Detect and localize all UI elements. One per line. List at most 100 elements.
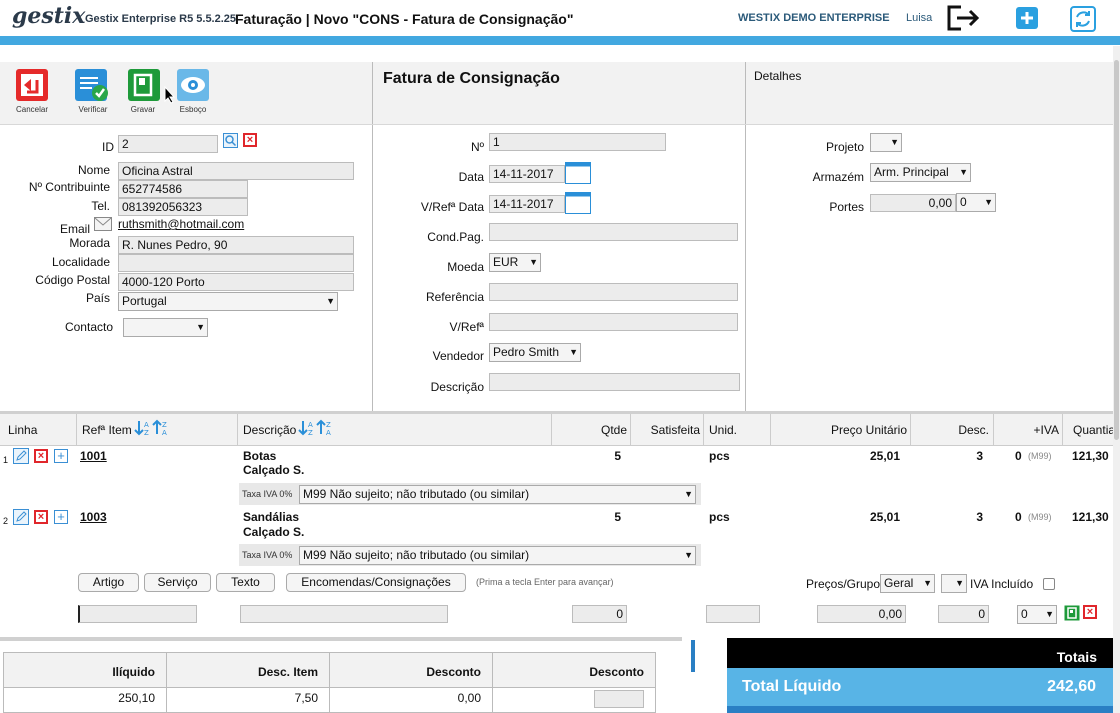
company-name[interactable]: WESTIX DEMO ENTERPRISE bbox=[738, 12, 890, 24]
col-desc-header[interactable]: Descrição bbox=[243, 423, 296, 437]
row-discount[interactable]: 3 bbox=[914, 510, 983, 524]
project-label: Projeto bbox=[825, 140, 864, 154]
new-line-ref-input[interactable] bbox=[78, 605, 197, 623]
seller-value: Pedro Smith bbox=[493, 345, 560, 359]
client-email-link[interactable]: ruthsmith@hotmail.com bbox=[118, 217, 244, 231]
row-price[interactable]: 25,01 bbox=[774, 510, 900, 524]
chevron-down-icon: ▼ bbox=[890, 137, 899, 147]
row-ref-link[interactable]: 1003 bbox=[80, 510, 107, 524]
col-divider bbox=[993, 414, 994, 446]
add-article-button[interactable]: Artigo bbox=[78, 573, 139, 592]
client-id-input[interactable]: 2 bbox=[118, 135, 218, 153]
svg-text:Z: Z bbox=[162, 421, 167, 429]
shipping-input[interactable]: 0,00 bbox=[870, 194, 956, 212]
delete-row-icon[interactable]: × bbox=[34, 449, 48, 463]
prices-group-select[interactable]: Geral ▼ bbox=[880, 574, 935, 593]
divider bbox=[372, 62, 373, 412]
sort-icon[interactable]: AZZA bbox=[134, 419, 172, 440]
prices-subgroup-select[interactable]: ▼ bbox=[941, 574, 967, 593]
client-nif-label: Nº Contribuinte bbox=[28, 180, 110, 194]
seller-select[interactable]: Pedro Smith ▼ bbox=[489, 343, 581, 362]
client-postal-input[interactable]: 4000-120 Porto bbox=[118, 273, 354, 291]
edit-icon[interactable] bbox=[13, 448, 29, 467]
page-scrollbar-thumb[interactable] bbox=[1114, 60, 1119, 440]
add-row-icon[interactable]: + bbox=[54, 449, 68, 463]
new-line-unit-input[interactable] bbox=[706, 605, 760, 623]
currency-select[interactable]: EUR ▼ bbox=[489, 253, 541, 272]
client-contact-select[interactable]: ▼ bbox=[123, 318, 208, 337]
add-row-icon[interactable]: + bbox=[54, 510, 68, 524]
page-title: Faturação | Novo "CONS - Fatura de Consi… bbox=[235, 11, 574, 27]
col-satisfied-header: Satisfeita bbox=[650, 423, 700, 437]
draft-button[interactable] bbox=[176, 68, 210, 102]
sort-icon[interactable]: AZZA bbox=[298, 419, 336, 440]
client-name-input[interactable]: Oficina Astral bbox=[118, 162, 354, 180]
client-email-label: Email bbox=[59, 222, 90, 236]
prices-group-label: Preços/Grupo bbox=[806, 577, 881, 591]
new-document-icon[interactable] bbox=[1015, 6, 1041, 32]
scroll-handle[interactable] bbox=[691, 640, 695, 672]
payment-terms-input[interactable] bbox=[489, 223, 738, 241]
vref-input[interactable] bbox=[489, 313, 738, 331]
new-line-discount-input[interactable]: 0 bbox=[938, 605, 989, 623]
row-tax-select[interactable]: M99 Não sujeito; não tributado (ou simil… bbox=[299, 485, 696, 504]
edit-icon[interactable] bbox=[13, 509, 29, 528]
col-line-header: Linha bbox=[8, 423, 38, 437]
logout-icon[interactable] bbox=[947, 5, 980, 31]
draft-label[interactable]: Esboço bbox=[168, 105, 218, 114]
search-icon[interactable] bbox=[223, 133, 238, 151]
col-amount-header: Quantia bbox=[1073, 423, 1116, 437]
col-ref-header[interactable]: Refª Item bbox=[82, 423, 132, 437]
new-line-price-input[interactable]: 0,00 bbox=[817, 605, 906, 623]
delete-row-icon[interactable]: × bbox=[34, 510, 48, 524]
reference-input[interactable] bbox=[489, 283, 738, 301]
invoice-number-input[interactable]: 1 bbox=[489, 133, 666, 151]
user-name[interactable]: Luisa bbox=[906, 12, 932, 24]
calendar-icon[interactable] bbox=[565, 192, 591, 217]
shipping-rate-select[interactable]: 0 ▼ bbox=[956, 193, 996, 212]
envelope-icon[interactable] bbox=[94, 217, 112, 234]
description-input[interactable] bbox=[489, 373, 740, 391]
orders-consignments-button[interactable]: Encomendas/Consignações bbox=[286, 573, 466, 592]
vat-included-checkbox[interactable] bbox=[1043, 578, 1055, 590]
row-ref-link[interactable]: 1001 bbox=[80, 449, 107, 463]
warehouse-select[interactable]: Arm. Principal ▼ bbox=[870, 163, 971, 182]
client-contact-label: Contacto bbox=[64, 320, 113, 334]
net-total-value: 242,60 bbox=[1047, 678, 1096, 695]
save-line-icon[interactable] bbox=[1064, 605, 1080, 624]
invoice-date-input[interactable]: 14-11-2017 bbox=[489, 165, 565, 183]
cancel-label[interactable]: Cancelar bbox=[7, 105, 57, 114]
verify-button[interactable] bbox=[74, 68, 108, 102]
invoice-ref-date-label: V/Refª Data bbox=[420, 200, 484, 214]
row-qty[interactable]: 5 bbox=[555, 449, 621, 463]
cancel-button[interactable] bbox=[15, 68, 49, 102]
row-price[interactable]: 25,01 bbox=[774, 449, 900, 463]
new-line-qty-input[interactable]: 0 bbox=[572, 605, 627, 623]
new-line-vat-select[interactable]: 0 ▼ bbox=[1017, 605, 1057, 624]
mouse-cursor-icon bbox=[164, 85, 176, 107]
project-select[interactable]: ▼ bbox=[870, 133, 902, 152]
refresh-icon[interactable] bbox=[1070, 6, 1096, 32]
client-country-select[interactable]: Portugal ▼ bbox=[118, 292, 338, 311]
client-address-input[interactable]: R. Nunes Pedro, 90 bbox=[118, 236, 354, 254]
cancel-line-icon[interactable]: × bbox=[1083, 605, 1097, 619]
clear-client-icon[interactable]: × bbox=[243, 133, 257, 147]
add-service-button[interactable]: Serviço bbox=[144, 573, 211, 592]
summary-discount-input[interactable] bbox=[594, 690, 644, 708]
save-label[interactable]: Gravar bbox=[118, 105, 168, 114]
row-discount[interactable]: 3 bbox=[914, 449, 983, 463]
client-locality-input[interactable] bbox=[118, 254, 354, 272]
col-vat-header: +IVA bbox=[1033, 423, 1059, 437]
invoice-ref-date-input[interactable]: 14-11-2017 bbox=[489, 195, 565, 213]
new-line-desc-input[interactable] bbox=[240, 605, 448, 623]
save-button[interactable] bbox=[127, 68, 161, 102]
description-label: Descrição bbox=[430, 380, 484, 394]
add-text-button[interactable]: Texto bbox=[216, 573, 275, 592]
summary-discount-header: Desconto bbox=[426, 665, 481, 679]
calendar-icon[interactable] bbox=[565, 162, 591, 187]
verify-label[interactable]: Verificar bbox=[68, 105, 118, 114]
client-nif-input[interactable]: 652774586 bbox=[118, 180, 248, 198]
row-qty[interactable]: 5 bbox=[555, 510, 621, 524]
row-tax-select[interactable]: M99 Não sujeito; não tributado (ou simil… bbox=[299, 546, 696, 565]
client-phone-input[interactable]: 081392056323 bbox=[118, 198, 248, 216]
